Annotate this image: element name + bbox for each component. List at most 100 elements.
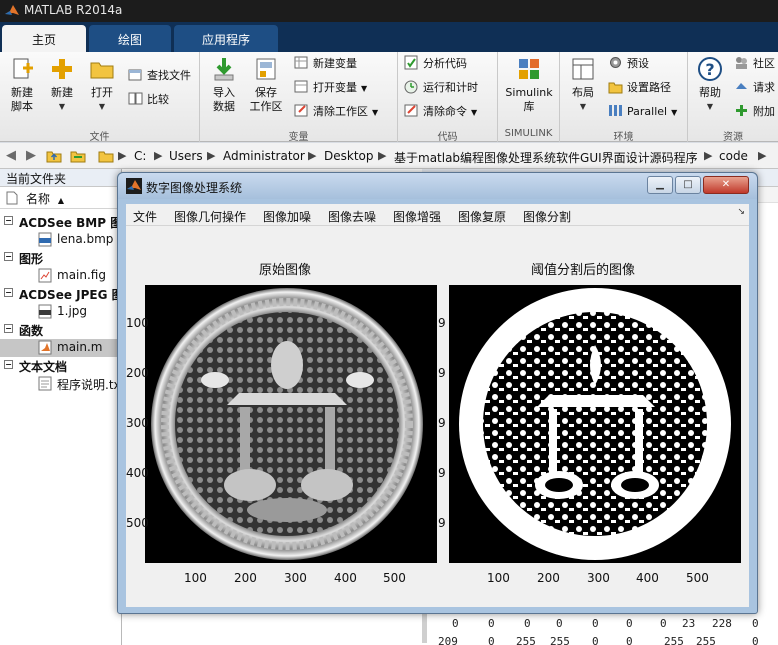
menu-add-noise[interactable]: 图像加噪 <box>263 208 311 225</box>
save-workspace-icon <box>256 58 276 80</box>
left-y-tick-100: 100 <box>126 316 149 330</box>
file-group-figure[interactable]: − 图形 <box>0 249 122 267</box>
menu-geometry[interactable]: 图像几何操作 <box>174 208 246 225</box>
clear-commands-button[interactable]: 清除命令 ▼ <box>404 102 477 122</box>
help-question-icon: ? <box>698 57 722 81</box>
file-item-main-fig[interactable]: main.fig <box>0 267 122 285</box>
open-variable-icon <box>294 80 308 93</box>
up-folder-icon[interactable] <box>46 148 62 164</box>
menu-enhance[interactable]: 图像增强 <box>393 208 441 225</box>
ribbon-tab-strip: 主页 绘图 应用程序 <box>0 22 778 52</box>
compare-button[interactable]: 比较 <box>128 90 169 110</box>
breadcrumb-users[interactable]: Users <box>169 149 203 163</box>
new-variable-button[interactable]: 新建变量 <box>294 54 357 74</box>
left-y-tick-300: 300 <box>126 416 149 430</box>
menu-restore[interactable]: 图像复原 <box>458 208 506 225</box>
open-variable-button[interactable]: 打开变量 ▼ <box>294 78 367 98</box>
simulink-library-button[interactable]: Simulink 库 <box>502 56 556 114</box>
collapse-toggle-icon[interactable]: − <box>4 324 13 333</box>
import-data-button[interactable]: 导入 数据 <box>204 56 244 114</box>
clear-commands-dropdown-icon[interactable]: ▼ <box>471 108 477 117</box>
open-variable-dropdown-icon[interactable]: ▼ <box>361 84 367 93</box>
minimize-button[interactable]: ▁ <box>647 176 673 194</box>
preferences-gear-icon <box>610 57 621 68</box>
left-x-tick-400: 400 <box>334 571 357 585</box>
breadcrumb-project-folder[interactable]: 基于matlab编程图像处理系统软件GUI界面设计源码程序 <box>394 149 698 166</box>
address-folder-icon <box>98 151 114 163</box>
save-workspace-label: 保存 工作区 <box>249 86 283 113</box>
set-path-button[interactable]: 设置路径 <box>608 78 671 98</box>
breadcrumb-administrator[interactable]: Administrator <box>223 149 305 163</box>
layout-dropdown-arrow-icon[interactable]: ▼ <box>564 100 602 114</box>
right-y-tick-partial: 9 <box>438 466 446 480</box>
layout-button[interactable]: 布局 ▼ <box>564 56 602 114</box>
right-y-tick-partial: 9 <box>438 316 446 330</box>
address-bar: ◀ ▶ ▶ C: ▶ Users ▶ Administrator ▶ Deskt… <box>0 143 778 169</box>
help-dropdown-arrow-icon[interactable]: ▼ <box>692 100 728 114</box>
new-script-label: 新建 脚本 <box>11 86 33 113</box>
collapse-toggle-icon[interactable]: − <box>4 252 13 261</box>
new-button[interactable]: 新建 ▼ <box>44 56 80 114</box>
menu-denoise[interactable]: 图像去噪 <box>328 208 376 225</box>
parallel-dropdown-icon[interactable]: ▼ <box>671 108 677 117</box>
name-column-header[interactable]: 名称 ▲ <box>0 187 121 209</box>
image-processing-gui-window: 数字图像处理系统 ▁ □ ✕ 文件 图像几何操作 图像加噪 图像去噪 图像增强 … <box>117 172 758 614</box>
variable-group: 导入 数据 保存 工作区 新建变量 打开变量 ▼ 清除工作区 ▼ 变量 <box>200 52 398 143</box>
find-files-button[interactable]: 查找文件 <box>128 66 191 86</box>
collapse-toggle-icon[interactable]: − <box>4 216 13 225</box>
tab-plots[interactable]: 绘图 <box>89 25 171 52</box>
open-dropdown-arrow-icon[interactable]: ▼ <box>84 100 120 114</box>
clear-workspace-button[interactable]: 清除工作区 ▼ <box>294 102 378 122</box>
breadcrumb-code[interactable]: code <box>719 149 748 163</box>
file-item-lena-bmp[interactable]: lena.bmp <box>0 231 122 249</box>
breadcrumb-c[interactable]: C: <box>134 149 146 163</box>
collapse-toggle-icon[interactable]: − <box>4 360 13 369</box>
svg-text:?: ? <box>705 60 714 79</box>
maximize-button[interactable]: □ <box>675 176 701 194</box>
collapse-toggle-icon[interactable]: − <box>4 288 13 297</box>
import-data-icon <box>214 58 234 81</box>
forward-arrow-icon[interactable]: ▶ <box>22 148 40 164</box>
simulink-group-label: SIMULINK <box>504 128 553 139</box>
run-and-time-button[interactable]: 运行和计时 <box>404 78 478 98</box>
clear-workspace-dropdown-icon[interactable]: ▼ <box>372 108 378 117</box>
new-variable-icon <box>294 56 308 69</box>
close-button[interactable]: ✕ <box>703 176 749 194</box>
new-dropdown-arrow-icon[interactable]: ▼ <box>44 100 80 114</box>
left-y-tick-200: 200 <box>126 366 149 380</box>
save-workspace-button[interactable]: 保存 工作区 <box>246 56 286 114</box>
compare-icon <box>128 92 143 105</box>
community-button[interactable]: 社区 <box>734 54 775 74</box>
file-group-bmp[interactable]: − ACDSee BMP 图 <box>0 213 122 231</box>
browse-folder-icon[interactable] <box>70 148 86 164</box>
txt-icon <box>38 376 52 391</box>
file-item-main-m[interactable]: main.m <box>0 339 122 357</box>
file-item-1-jpg[interactable]: 1.jpg <box>0 303 122 321</box>
file-item-readme-txt[interactable]: 程序说明.txt <box>0 375 122 393</box>
back-arrow-icon[interactable]: ◀ <box>2 148 20 164</box>
left-y-tick-400: 400 <box>126 466 149 480</box>
help-button[interactable]: ? 帮助 ▼ <box>692 56 728 114</box>
gui-client-area: 原始图像 100 200 300 400 500 100 200 300 400… <box>126 226 749 607</box>
breadcrumb-desktop[interactable]: Desktop <box>324 149 374 163</box>
right-x-tick-500: 500 <box>686 571 709 585</box>
request-support-button[interactable]: 请求 <box>734 78 775 98</box>
file-group-jpeg[interactable]: − ACDSee JPEG 图 <box>0 285 122 303</box>
breadcrumb-separator-icon: ▶ <box>758 149 767 162</box>
analyze-code-button[interactable]: 分析代码 <box>404 54 467 74</box>
parallel-button[interactable]: Parallel ▼ <box>608 102 677 122</box>
menu-file[interactable]: 文件 <box>133 208 157 225</box>
fig-icon <box>38 268 52 283</box>
file-group-function[interactable]: − 函数 <box>0 321 122 339</box>
left-x-tick-500: 500 <box>383 571 406 585</box>
menu-overflow-icon[interactable]: ↘ <box>737 207 745 217</box>
file-group-text[interactable]: − 文本文档 <box>0 357 122 375</box>
new-script-button[interactable]: 新建 脚本 <box>4 56 40 114</box>
tab-home[interactable]: 主页 <box>2 25 86 52</box>
tab-apps[interactable]: 应用程序 <box>174 25 278 52</box>
preferences-button[interactable]: 预设 <box>608 54 649 74</box>
menu-segmentation[interactable]: 图像分割 <box>523 208 571 225</box>
open-button[interactable]: 打开 ▼ <box>84 56 120 114</box>
add-ons-button[interactable]: 附加 <box>734 102 775 122</box>
parallel-icon <box>609 105 622 116</box>
